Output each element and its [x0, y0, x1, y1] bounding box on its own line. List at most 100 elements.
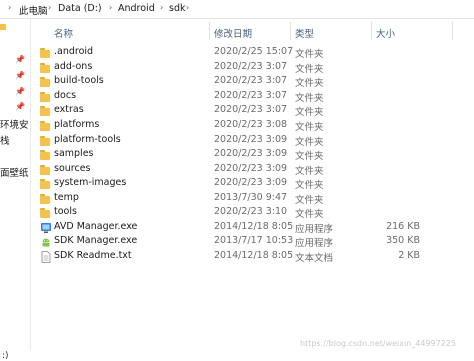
address-bar[interactable]: › 此电脑 › Data (D:) › Android › sdk ›: [0, 0, 474, 19]
nav-item-label[interactable]: 面壁纸: [0, 165, 29, 179]
column-divider[interactable]: [452, 22, 453, 40]
file-name: temp: [54, 192, 79, 203]
file-type: 文件夹: [295, 137, 324, 148]
list-item[interactable]: tools 2020/2/23 3:10 文件夹: [36, 206, 466, 220]
file-name: SDK Readme.txt: [54, 250, 132, 261]
file-date: 2020/2/23 3:09: [214, 148, 288, 159]
file-name: SDK Manager.exe: [54, 235, 138, 246]
list-item[interactable]: .android 2020/2/25 15:07 文件夹: [36, 46, 466, 60]
file-name: platform-tools: [54, 134, 121, 145]
file-type: 文件夹: [295, 195, 324, 206]
file-date: 2020/2/23 3:09: [214, 163, 288, 174]
column-divider[interactable]: [371, 22, 372, 40]
column-header-date[interactable]: 修改日期: [214, 26, 252, 40]
text-file-icon: [40, 251, 52, 263]
file-type: 文件夹: [295, 151, 324, 162]
file-name: .android: [54, 46, 94, 57]
crumb-android[interactable]: Android: [118, 3, 155, 14]
crumb-this-pc[interactable]: 此电脑: [19, 3, 48, 17]
list-item[interactable]: build-tools 2020/2/23 3:07 文件夹: [36, 75, 466, 89]
file-date: 2014/12/18 8:05: [214, 250, 294, 261]
file-name: add-ons: [54, 61, 93, 72]
file-type: 文件夹: [295, 78, 324, 89]
list-item[interactable]: add-ons 2020/2/23 3:07 文件夹: [36, 61, 466, 75]
watermark: https://blog.csdn.net/weixin_44997225: [300, 339, 457, 348]
column-header-type[interactable]: 类型: [295, 26, 314, 40]
file-type: 文件夹: [295, 122, 324, 133]
folder-icon: [40, 91, 52, 102]
folder-icon: [0, 24, 6, 30]
file-size: 2 KB: [398, 250, 420, 261]
file-name: system-images: [54, 177, 127, 188]
column-divider[interactable]: [209, 22, 210, 40]
list-item[interactable]: AVD Manager.exe 2014/12/18 8:05 应用程序 216…: [36, 221, 466, 235]
nav-item-label[interactable]: 栈: [0, 133, 10, 147]
pin-icon[interactable]: 📌: [15, 87, 25, 96]
file-type: 应用程序: [295, 238, 334, 249]
crumb-sdk[interactable]: sdk: [169, 3, 185, 14]
file-size: 216 KB: [386, 221, 420, 232]
file-name: AVD Manager.exe: [54, 221, 138, 232]
file-name: samples: [54, 148, 94, 159]
pin-icon[interactable]: 📌: [15, 55, 25, 64]
list-item[interactable]: docs 2020/2/23 3:07 文件夹: [36, 90, 466, 104]
file-date: 2013/7/30 9:47: [214, 192, 288, 203]
pin-icon[interactable]: 📌: [15, 71, 25, 80]
column-divider[interactable]: [290, 22, 291, 40]
file-type: 文件夹: [295, 64, 324, 75]
file-type: 文件夹: [295, 49, 324, 60]
file-type: 文本文档: [295, 253, 334, 264]
pin-icon[interactable]: 📌: [15, 102, 25, 111]
file-size: 350 KB: [386, 235, 420, 246]
file-date: 2014/12/18 8:05: [214, 221, 294, 232]
list-item[interactable]: system-images 2020/2/23 3:09 文件夹: [36, 177, 466, 191]
folder-icon: [40, 76, 52, 87]
file-date: 2020/2/23 3:08: [214, 119, 288, 130]
list-item[interactable]: SDK Manager.exe 2013/7/17 10:53 应用程序 350…: [36, 235, 466, 249]
file-date: 2013/7/17 10:53: [214, 235, 294, 246]
nav-item-label: :): [2, 351, 9, 361]
file-type: 文件夹: [295, 209, 324, 220]
folder-icon: [40, 207, 52, 218]
chevron-right-icon: ›: [109, 3, 113, 12]
file-type: 文件夹: [295, 180, 324, 191]
file-type: 文件夹: [295, 107, 324, 118]
folder-icon: [40, 149, 52, 160]
navigation-pane[interactable]: 📌 📌 📌 📌 环境安 栈 面壁纸 :): [0, 18, 31, 361]
list-item[interactable]: SDK Readme.txt 2014/12/18 8:05 文本文档 2 KB: [36, 250, 466, 264]
folder-icon: [40, 47, 52, 58]
nav-item-label[interactable]: 环境安: [0, 117, 29, 131]
list-item[interactable]: sources 2020/2/23 3:09 文件夹: [36, 163, 466, 177]
chevron-right-icon: ›: [186, 3, 190, 12]
file-type: 应用程序: [295, 224, 334, 235]
list-item[interactable]: extras 2020/2/23 3:07 文件夹: [36, 104, 466, 118]
file-date: 2020/2/23 3:07: [214, 61, 288, 72]
android-app-icon: [40, 236, 52, 247]
list-item[interactable]: temp 2013/7/30 9:47 文件夹: [36, 192, 466, 206]
folder-icon: [40, 193, 52, 204]
chevron-right-icon: ›: [160, 3, 164, 12]
folder-icon: [40, 178, 52, 189]
list-item[interactable]: samples 2020/2/23 3:09 文件夹: [36, 148, 466, 162]
folder-icon: [40, 164, 52, 175]
file-type: 文件夹: [295, 93, 324, 104]
file-date: 2020/2/23 3:07: [214, 75, 288, 86]
column-header-size[interactable]: 大小: [376, 26, 395, 40]
column-header-name[interactable]: 名称: [54, 26, 73, 40]
chevron-right-icon: ›: [8, 3, 12, 12]
folder-icon: [40, 120, 52, 131]
file-name: extras: [54, 104, 84, 115]
folder-icon: [40, 62, 52, 73]
list-item[interactable]: platforms 2020/2/23 3:08 文件夹: [36, 119, 466, 133]
list-item[interactable]: platform-tools 2020/2/23 3:09 文件夹: [36, 134, 466, 148]
file-type: 文件夹: [295, 166, 324, 177]
file-date: 2020/2/23 3:10: [214, 206, 288, 217]
crumb-data-drive[interactable]: Data (D:): [58, 3, 102, 14]
file-date: 2020/2/25 15:07: [214, 46, 294, 57]
file-date: 2020/2/23 3:09: [214, 177, 288, 188]
file-date: 2020/2/23 3:07: [214, 90, 288, 101]
file-name: docs: [54, 90, 77, 101]
file-name: platforms: [54, 119, 100, 130]
file-date: 2020/2/23 3:09: [214, 134, 288, 145]
file-name: build-tools: [54, 75, 104, 86]
